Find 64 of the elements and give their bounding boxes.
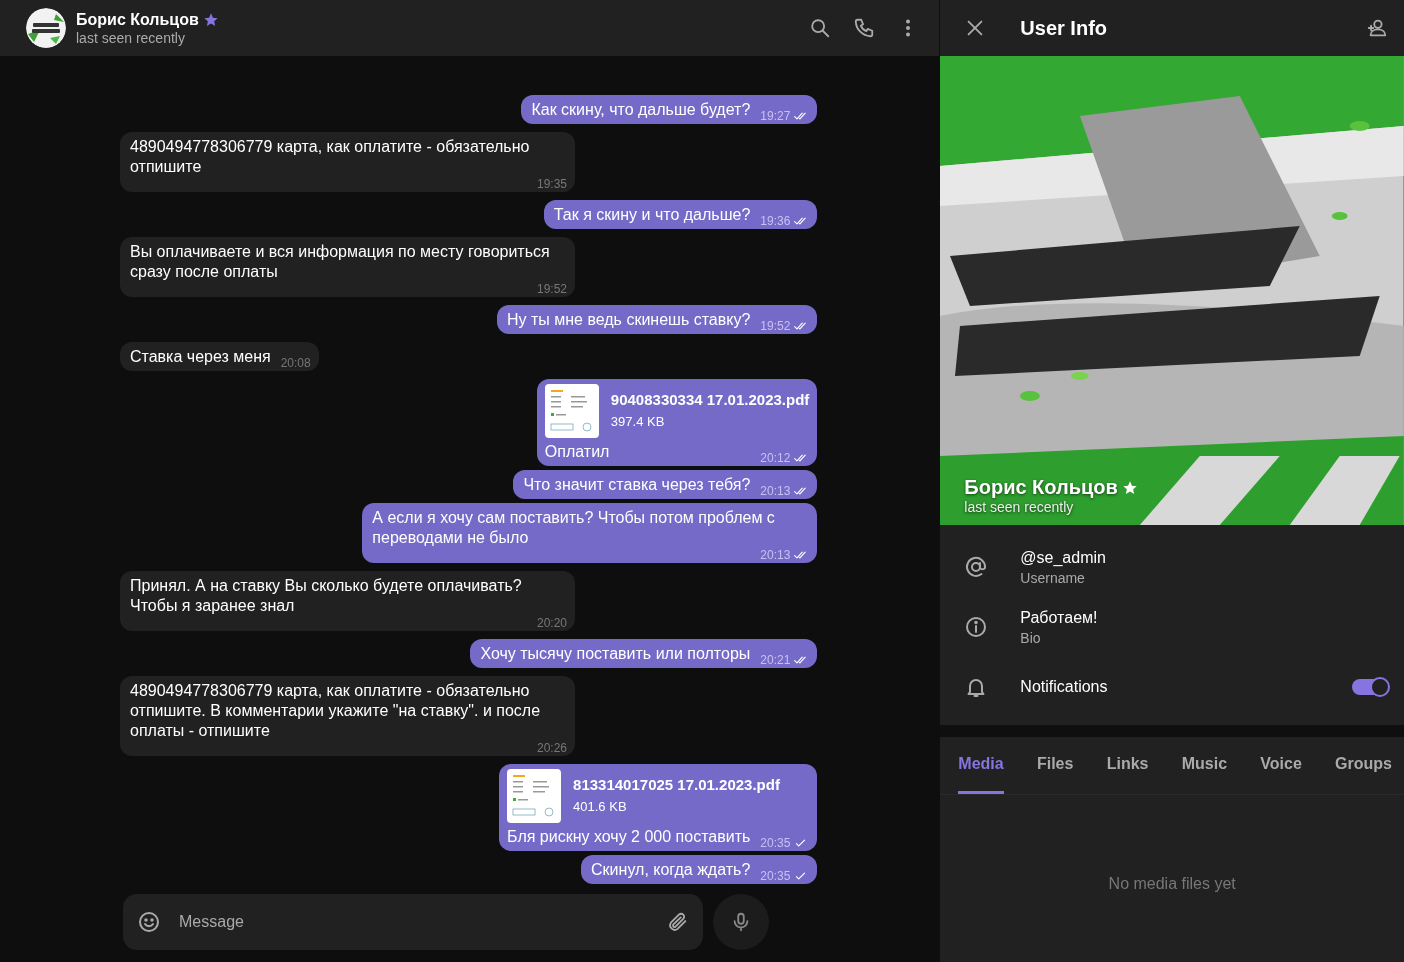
message-text: Оплатил [544,442,610,462]
document-preview-icon[interactable] [544,384,599,438]
document-preview-icon[interactable] [507,769,562,823]
last-seen-status: last seen recently [964,499,1075,515]
message-time: 19:27 [760,109,791,123]
paperclip-icon[interactable] [667,911,689,933]
notifications-toggle[interactable] [1352,679,1388,695]
media-tab[interactable]: Links [1106,737,1149,794]
info-row[interactable]: @se_admin Username [940,537,1404,597]
message-text: Хочу тысячу поставить или полторы [480,644,751,664]
info-value: Notifications [1020,678,1109,696]
info-value: Работаем! [1020,608,1099,627]
message-text: Что значит ставка через тебя? [523,475,751,495]
message-text: Вы оплачиваете и вся информация по месту говориться сразу после оплаты [130,242,551,282]
panel-title: User Info [1020,16,1108,40]
emoji-icon[interactable] [137,910,161,934]
file-name[interactable]: 813314017025 17.01.2023.pdf [573,775,780,795]
media-tab[interactable]: Music [1181,737,1228,794]
message-time: 19:52 [536,282,567,296]
message-text: 4890494778306779 карта, как оплатите - обязательно отпишите [130,137,531,177]
message-time: 20:26 [536,741,567,755]
message-time: 20:35 [760,836,791,850]
message-time: 20:13 [760,484,791,498]
message-text: Бля рискну хочу 2 000 поставить [507,827,751,847]
message-text: 4890494778306779 карта, как оплатите - обязательно отпишите. В комментарии укажите "на ставку". и после оплаты - отпишите [130,681,542,741]
file-size: 397.4 KB [610,413,666,431]
message-text: Скинул, когда ждать? [591,860,751,880]
message-text: Так я скину и что дальше? [553,205,751,225]
file-name[interactable]: 90408330334 17.01.2023.pdf [610,390,810,410]
message-text: Ну ты мне ведь скинешь ставку? [506,310,751,330]
message-text: Принял. А на ставку Вы сколько будете оплачивать? Чтобы я заранее знал [130,576,523,616]
message-time: 20:21 [760,653,791,667]
profile-name: Борис Кольцов [964,476,1118,499]
last-seen-status: last seen recently [76,29,186,46]
empty-message: No media files yet [1108,875,1236,894]
at-sign-icon [964,555,989,579]
message-time: 20:08 [280,356,311,370]
file-size: 401.6 KB [573,798,628,816]
info-value: @se_admin [1020,548,1107,567]
search-icon[interactable] [809,17,832,39]
message-text: А если я хочу сам поставить? Чтобы потом проблем с переводами не было [372,508,776,548]
message-time: 19:35 [536,177,567,191]
message-time: 20:12 [760,451,791,465]
message-text: Как скину, что дальше будет? [531,100,751,120]
info-row[interactable]: Notifications [940,657,1404,717]
media-tab[interactable]: Files [1036,737,1074,794]
message-text: Ставка через меня [130,347,271,367]
info-row[interactable]: Работаем! Bio [940,597,1404,657]
contact-name: Борис Кольцов [76,10,199,29]
phone-icon[interactable] [853,17,876,39]
message-time: 20:13 [760,548,791,562]
media-tab[interactable]: Groups [1335,737,1392,794]
message-time: 19:52 [760,319,791,333]
message-time: 19:36 [760,214,791,228]
media-tab[interactable]: Media [958,737,1004,794]
info-label: Username [1020,569,1086,586]
add-contact-icon[interactable] [1366,17,1388,39]
media-tab[interactable]: Voice [1260,737,1302,794]
info-label: Bio [1020,629,1042,646]
message-field[interactable]: Message [123,894,703,950]
message-time: 20:20 [536,616,567,630]
message-input[interactable]: Message [177,912,651,932]
info-icon [964,615,989,639]
message-time: 20:35 [760,869,791,883]
